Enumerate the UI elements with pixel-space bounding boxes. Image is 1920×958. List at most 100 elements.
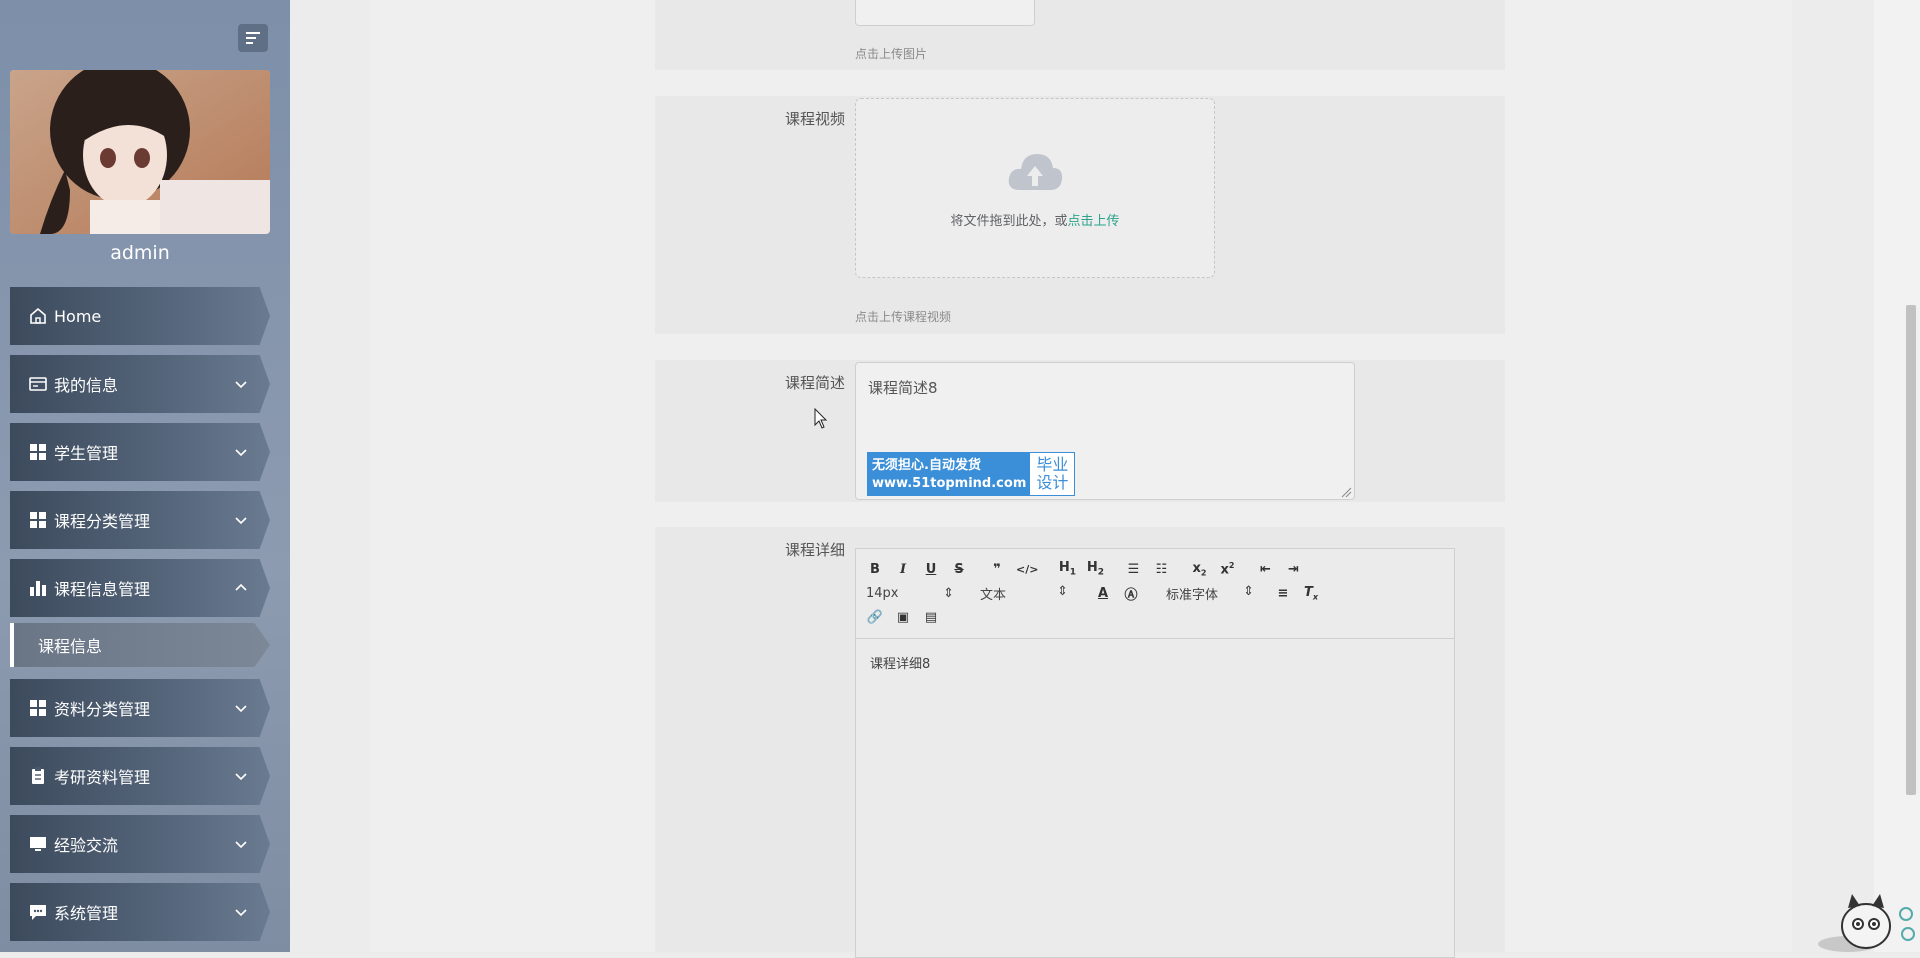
cloud-upload-icon [1008, 153, 1063, 190]
image-icon[interactable]: ▣ [894, 610, 912, 625]
id-card-icon [28, 374, 48, 394]
summary-label: 课程简述 [784, 374, 845, 392]
select-arrows-icon: ⇕ [943, 585, 954, 601]
sidebar-item-material-category[interactable]: 资料分类管理 [10, 679, 270, 737]
detail-value: 课程详细8 [870, 657, 931, 672]
chevron-up-icon [235, 583, 247, 591]
form-row-video: 课程视频 将文件拖到此处，或点击上传 点击上传课程视频 [655, 96, 1505, 334]
menu-fold-icon [246, 32, 260, 44]
code-block-button[interactable]: </> [1016, 563, 1038, 576]
click-upload-link[interactable]: 点击上传 [1068, 214, 1120, 229]
username: admin [110, 242, 170, 264]
avatar-image [10, 70, 270, 234]
watermark-left: 无须担心.自动发货 www.51topmind.com [868, 453, 1031, 495]
chevron-down-icon [235, 449, 247, 457]
chat-icon [28, 902, 48, 922]
sidebar-subitem-label: 课程信息 [38, 637, 103, 656]
background-color-button[interactable]: Ⓐ [1122, 584, 1140, 603]
mascot-widget-icon[interactable] [1808, 882, 1920, 952]
bar-chart-icon [28, 578, 48, 598]
collapse-menu-button[interactable] [238, 24, 268, 52]
scrollbar-thumb[interactable] [1906, 305, 1916, 795]
dropzone-text: 将文件拖到此处，或点击上传 [950, 210, 1119, 229]
toolbar-row-3: 🔗 ▣ ▤ [866, 605, 1444, 629]
font-size-select[interactable]: 14px ⇕ [866, 586, 954, 601]
mouse-cursor-icon [814, 408, 828, 429]
heading1-button[interactable]: H1 [1058, 560, 1076, 578]
clear-format-icon[interactable]: Tx [1302, 585, 1320, 602]
sidebar-item-label: 学生管理 [54, 444, 119, 463]
sidebar-item-course-category[interactable]: 课程分类管理 [10, 491, 270, 549]
blockquote-button[interactable]: ❞ [988, 562, 1006, 577]
sidebar-item-label: 考研资料管理 [54, 768, 151, 787]
font-color-button[interactable]: A [1094, 586, 1112, 601]
sidebar-item-label: 课程信息管理 [54, 580, 151, 599]
home-icon [28, 306, 48, 326]
block-type-select[interactable]: 文本 ⇕ [980, 584, 1068, 603]
font-family-select[interactable]: 标准字体 ⇕ [1166, 584, 1254, 603]
block-type-value: 文本 [980, 587, 1007, 603]
sidebar-item-label: 资料分类管理 [54, 700, 151, 719]
sidebar-item-label: Home [54, 306, 102, 326]
sidebar-item-label: 我的信息 [54, 376, 119, 395]
sidebar-item-label: 课程分类管理 [54, 512, 151, 531]
chevron-down-icon [235, 841, 247, 849]
video-icon[interactable]: ▤ [922, 610, 940, 625]
italic-button[interactable]: I [894, 562, 912, 577]
side-menu: Home 我的信息 学生管理 课程分类管理 课程信息管理 课程信息 资料分类管理… [10, 287, 270, 951]
sidebar-item-course-info[interactable]: 课程信息管理 [10, 559, 270, 617]
sidebar-subitem-course-info[interactable]: 课程信息 [10, 623, 270, 667]
font-size-value: 14px [866, 585, 899, 601]
sidebar-item-label: 系统管理 [54, 904, 119, 923]
detail-label: 课程详细 [784, 541, 845, 559]
video-upload-dropzone[interactable]: 将文件拖到此处，或点击上传 [855, 98, 1215, 278]
sidebar-item-system-management[interactable]: 系统管理 [10, 883, 270, 941]
monitor-icon [28, 834, 48, 854]
chevron-down-icon [235, 773, 247, 781]
sidebar: admin Home 我的信息 学生管理 课程分类管理 课程信息管理 课程信息 … [0, 0, 290, 952]
dropzone-instruction: 将文件拖到此处，或 [950, 213, 1068, 229]
watermark-right-line1: 毕业 [1036, 455, 1069, 474]
avatar [10, 70, 270, 234]
toolbar-row-2: 14px ⇕ 文本 ⇕ A Ⓐ 标准字体 ⇕ ≡ Tx [866, 581, 1444, 605]
grid-icon [28, 510, 48, 530]
watermark-line2: www.51topmind.com [872, 476, 1027, 491]
outdent-icon[interactable]: ⇤ [1256, 562, 1274, 577]
align-icon[interactable]: ≡ [1274, 586, 1292, 601]
subscript-button[interactable]: x2 [1190, 561, 1208, 578]
form-row-summary: 课程简述 课程简述8 无须担心.自动发货 www.51topmind.com 毕… [655, 360, 1505, 502]
link-icon[interactable]: 🔗 [866, 610, 884, 625]
sidebar-item-my-info[interactable]: 我的信息 [10, 355, 270, 413]
watermark-right-line2: 设计 [1036, 473, 1069, 492]
heading2-button[interactable]: H2 [1086, 560, 1104, 578]
editor-content[interactable]: 课程详细8 [856, 639, 1454, 686]
select-arrows-icon: ⇕ [1243, 583, 1254, 599]
chevron-down-icon [235, 705, 247, 713]
underline-button[interactable]: U [922, 562, 940, 577]
indent-icon[interactable]: ⇥ [1284, 562, 1302, 577]
resize-handle-icon[interactable] [1340, 486, 1352, 498]
sidebar-item-home[interactable]: Home [10, 287, 270, 345]
watermark-line1: 无须担心.自动发货 [872, 458, 981, 473]
superscript-button[interactable]: x2 [1218, 561, 1236, 577]
strike-button[interactable]: S [950, 562, 968, 577]
chevron-down-icon [235, 909, 247, 917]
editor-toolbar: B I U S ❞ </> H1 H2 ☰ ☷ x2 x2 ⇤ ⇥ 14px ⇕ … [856, 549, 1454, 639]
video-label: 课程视频 [784, 110, 845, 128]
chevron-down-icon [235, 381, 247, 389]
sidebar-item-student-management[interactable]: 学生管理 [10, 423, 270, 481]
form-row-image: 点击上传图片 [655, 0, 1505, 70]
sidebar-item-experience-exchange[interactable]: 经验交流 [10, 815, 270, 873]
bullet-list-icon[interactable]: ☷ [1152, 562, 1170, 577]
vertical-scrollbar[interactable] [1874, 0, 1920, 952]
rich-text-editor: B I U S ❞ </> H1 H2 ☰ ☷ x2 x2 ⇤ ⇥ 14px ⇕ … [855, 548, 1455, 958]
form-row-detail: 课程详细 B I U S ❞ </> H1 H2 ☰ ☷ x2 x2 ⇤ ⇥ 1… [655, 527, 1505, 958]
clipboard-icon [28, 766, 48, 786]
ordered-list-icon[interactable]: ☰ [1124, 562, 1142, 577]
watermark-banner: 无须担心.自动发货 www.51topmind.com 毕业 设计 [867, 452, 1076, 496]
sidebar-item-exam-material[interactable]: 考研资料管理 [10, 747, 270, 805]
bold-button[interactable]: B [866, 562, 884, 577]
toolbar-row-1: B I U S ❞ </> H1 H2 ☰ ☷ x2 x2 ⇤ ⇥ [866, 557, 1444, 581]
grid-icon [28, 698, 48, 718]
image-upload-box[interactable] [855, 0, 1035, 26]
